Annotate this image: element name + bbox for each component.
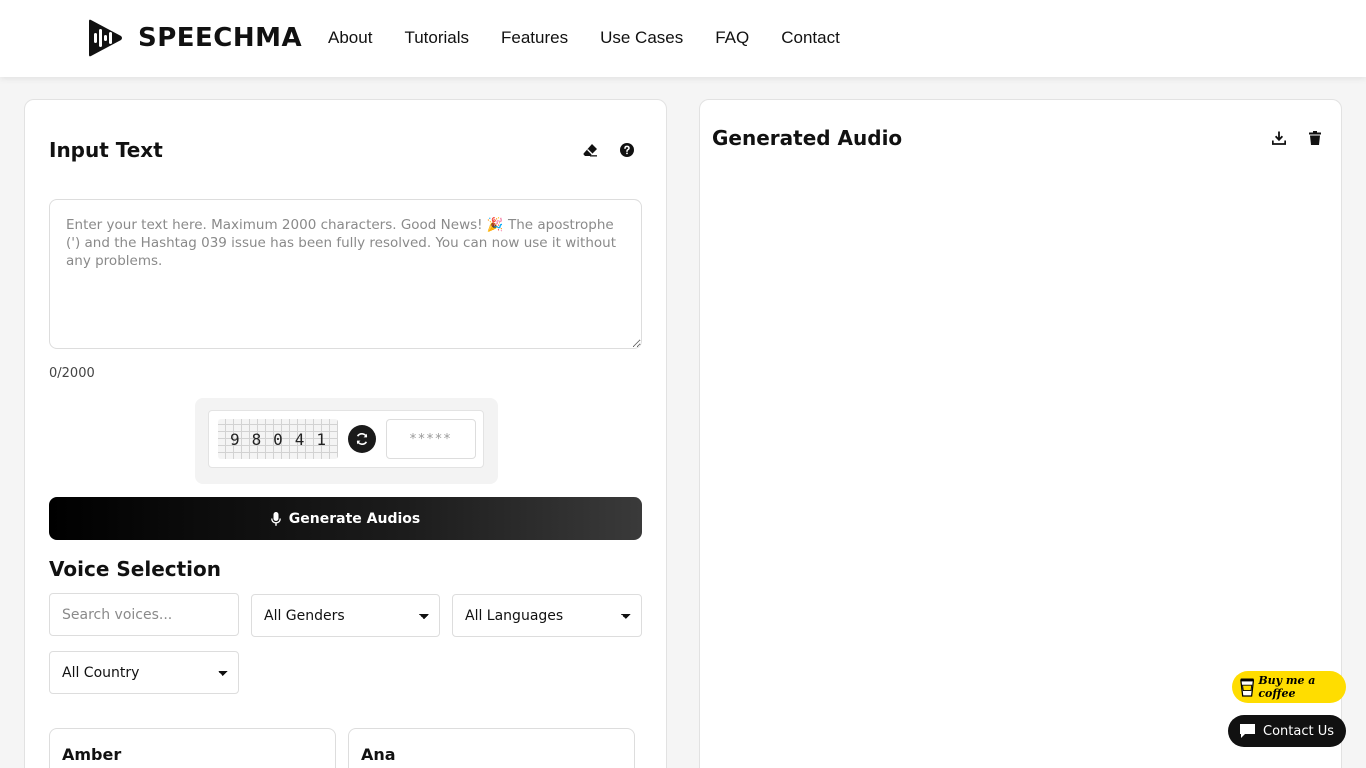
generate-audios-button[interactable]: Generate Audios: [49, 497, 642, 540]
nav-faq[interactable]: FAQ: [715, 28, 749, 48]
captcha-image: 9 8 0 4 1: [218, 419, 338, 459]
microphone-icon: [270, 511, 281, 526]
trash-icon: [1309, 131, 1321, 145]
buy-me-coffee-label: Buy me a coffee: [1258, 674, 1316, 700]
contact-us-label: Contact Us: [1263, 723, 1334, 739]
nav-use-cases[interactable]: Use Cases: [600, 28, 683, 48]
eraser-icon: [582, 144, 597, 157]
nav-contact[interactable]: Contact: [781, 28, 840, 48]
brand[interactable]: SPEECHMA: [85, 19, 302, 57]
captcha-digit: 9: [229, 429, 240, 449]
output-panel-title: Generated Audio: [712, 126, 903, 150]
help-button[interactable]: [616, 139, 638, 161]
input-panel: Input Text 0/2000 9 8 0 4 1: [24, 99, 667, 768]
chat-bubble-icon: [1240, 724, 1255, 738]
contact-us-button[interactable]: Contact Us: [1228, 715, 1346, 747]
question-circle-icon: [620, 143, 634, 157]
voice-card-amber[interactable]: Amber: [49, 728, 336, 768]
main-nav: About Tutorials Features Use Cases FAQ C…: [328, 28, 840, 48]
voice-card-ana[interactable]: Ana: [348, 728, 635, 768]
nav-tutorials[interactable]: Tutorials: [404, 28, 469, 48]
voice-name: Ana: [361, 745, 396, 764]
refresh-icon: [356, 433, 368, 445]
text-input[interactable]: [49, 199, 642, 349]
coffee-cup-icon: [1240, 678, 1255, 697]
generate-audios-label: Generate Audios: [288, 510, 421, 527]
voice-name: Amber: [62, 745, 122, 764]
captcha-input[interactable]: [386, 419, 476, 459]
captcha-digit: 8: [251, 429, 262, 449]
captcha-digit: 1: [316, 429, 326, 449]
gender-select[interactable]: All Genders: [251, 594, 440, 637]
nav-about[interactable]: About: [328, 28, 372, 48]
captcha-section: 9 8 0 4 1: [195, 398, 498, 484]
captcha-digit: 0: [273, 429, 283, 449]
input-panel-title: Input Text: [49, 138, 163, 162]
brand-name: SPEECHMA: [138, 23, 303, 53]
character-counter: 0/2000: [49, 366, 95, 381]
voice-selection-title: Voice Selection: [49, 557, 222, 581]
refresh-captcha-button[interactable]: [348, 425, 376, 453]
download-icon: [1272, 131, 1286, 145]
clear-text-button[interactable]: [579, 139, 601, 161]
language-select[interactable]: All Languages: [452, 594, 642, 637]
voice-search-input[interactable]: [49, 593, 239, 636]
speechma-logo-icon: [89, 19, 122, 57]
country-select[interactable]: All Country: [49, 651, 239, 694]
nav-features[interactable]: Features: [501, 28, 568, 48]
site-header: SPEECHMA About Tutorials Features Use Ca…: [0, 0, 1366, 77]
captcha-box: 9 8 0 4 1: [208, 410, 484, 468]
captcha-digit: 4: [294, 429, 305, 449]
buy-me-coffee-button[interactable]: Buy me a coffee: [1232, 671, 1346, 703]
output-panel: Generated Audio: [699, 99, 1342, 768]
download-button[interactable]: [1268, 127, 1290, 149]
delete-button[interactable]: [1304, 127, 1326, 149]
